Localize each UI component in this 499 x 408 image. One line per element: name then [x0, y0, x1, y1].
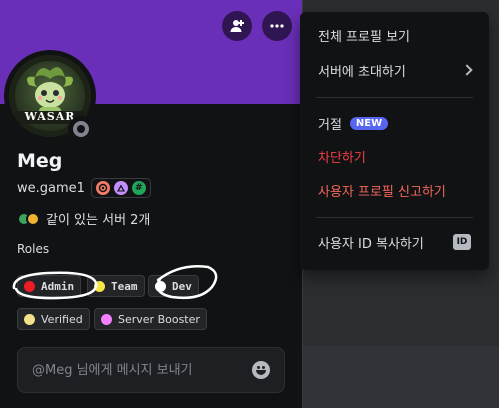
menu-item-label: 서버에 초대하기 [318, 64, 406, 80]
role-label: Server Booster [118, 312, 200, 326]
role-color-dot [24, 280, 35, 292]
menu-ignore[interactable]: 거절 NEW [308, 108, 481, 138]
menu-invite-to-server[interactable]: 서버에 초대하기 [308, 55, 481, 85]
role-dev[interactable]: Dev [148, 275, 199, 297]
hypesquad-icon[interactable] [95, 181, 110, 195]
role-label: Team [111, 279, 138, 293]
menu-item-label: 거절 [318, 117, 342, 133]
id-icon: ID [453, 234, 471, 250]
menu-item-label: 사용자 ID 복사하기 [318, 236, 424, 252]
role-label: Verified [41, 312, 83, 326]
display-name: Meg [17, 150, 63, 172]
more-options-button[interactable] [262, 11, 292, 41]
menu-view-full-profile[interactable]: 전체 프로필 보기 [308, 20, 481, 50]
menu-block[interactable]: 차단하기 [308, 141, 481, 171]
role-admin[interactable]: Admin [17, 275, 82, 297]
menu-divider [316, 97, 473, 98]
role-team[interactable]: Team [87, 275, 145, 297]
emoji-icon[interactable] [252, 361, 270, 379]
role-color-dot [94, 280, 105, 292]
server-icon [26, 211, 40, 226]
menu-item-label: 차단하기 [318, 150, 366, 166]
menu-copy-user-id[interactable]: 사용자 ID 복사하기 ID [308, 227, 481, 257]
offline-status-icon [68, 116, 94, 142]
add-friend-button[interactable] [222, 11, 252, 41]
mutual-servers[interactable]: 같이 있는 서버 2개 [17, 209, 150, 228]
role-color-dot [155, 280, 166, 292]
active-developer-icon[interactable] [113, 181, 128, 195]
new-badge: NEW [349, 116, 389, 130]
hashtag-icon[interactable]: # [131, 181, 146, 195]
mutual-servers-label: 같이 있는 서버 2개 [46, 213, 151, 228]
username[interactable]: we.game1 [17, 181, 85, 196]
role-verified[interactable]: Verified [17, 308, 90, 330]
menu-item-label: 전체 프로필 보기 [318, 29, 410, 45]
menu-divider [316, 217, 473, 218]
role-color-dot [101, 313, 112, 325]
username-row: we.game1 # [17, 178, 151, 198]
role-server-booster[interactable]: Server Booster [94, 308, 207, 330]
mutual-server-icons [17, 211, 40, 226]
role-color-dot [24, 313, 35, 325]
context-menu: 전체 프로필 보기 서버에 초대하기 거절 NEW 차단하기 사용자 프로필 신… [300, 12, 489, 270]
ellipsis-icon [270, 24, 284, 28]
chevron-right-icon [461, 64, 473, 76]
roles-heading: Roles [17, 242, 50, 256]
role-label: Admin [41, 279, 75, 293]
message-input[interactable] [32, 362, 232, 378]
chat-area-strip [300, 346, 499, 408]
menu-item-label: 사용자 프로필 신고하기 [318, 184, 446, 200]
role-label: Dev [172, 279, 192, 293]
menu-report-profile[interactable]: 사용자 프로필 신고하기 [308, 175, 481, 205]
badge-list: # [90, 178, 151, 198]
add-friend-icon [230, 20, 244, 32]
message-box[interactable] [17, 347, 285, 393]
user-profile-popout: WASAR Meg we.game1 # 같이 있는 서버 2개 Roles A… [0, 0, 303, 408]
